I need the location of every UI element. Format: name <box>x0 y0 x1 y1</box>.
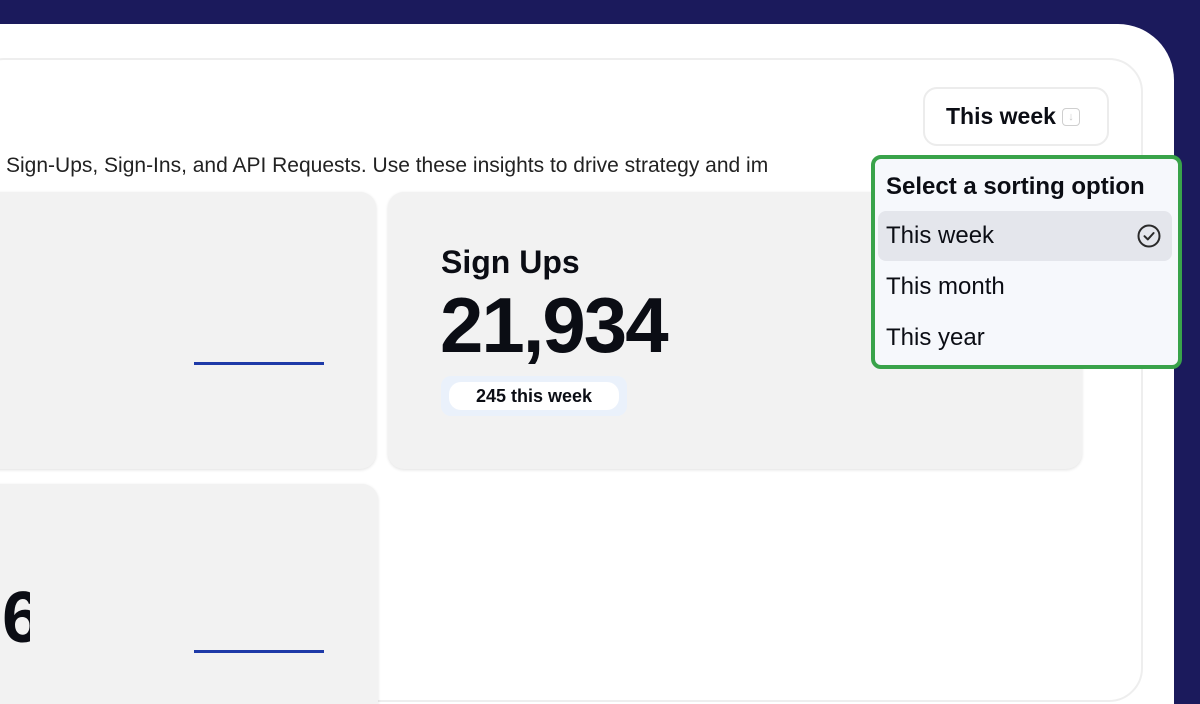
card-link-underline[interactable] <box>194 362 324 365</box>
delta-badge-text: 245 this week <box>449 382 619 410</box>
check-circle-icon <box>1137 224 1161 248</box>
option-label: This week <box>886 222 995 249</box>
metric-card-left-top <box>0 192 376 469</box>
period-select-button[interactable]: This week ↓ <box>923 87 1109 146</box>
card-value: 21,934 <box>440 281 669 369</box>
option-this-year[interactable]: This year <box>878 313 1172 363</box>
card-link-underline[interactable] <box>194 650 324 653</box>
option-label: This month <box>886 273 1005 300</box>
dropdown-title: Select a sorting option <box>886 173 1145 200</box>
sort-dropdown: Select a sorting option This week This m… <box>871 155 1182 369</box>
page-description: Sign-Ups, Sign-Ins, and API Requests. Us… <box>6 154 769 177</box>
option-label: This year <box>886 324 985 351</box>
delta-badge: 245 this week <box>441 376 627 416</box>
period-select-label: This week <box>946 103 1056 129</box>
card-title: Sign Ups <box>441 244 580 280</box>
metric-card-left-bottom <box>0 484 378 704</box>
option-this-month[interactable]: This month <box>878 262 1172 312</box>
option-this-week[interactable]: This week <box>878 211 1172 261</box>
metric-value-partial: 6 <box>2 582 30 654</box>
chevron-down-icon: ↓ <box>1061 107 1080 126</box>
